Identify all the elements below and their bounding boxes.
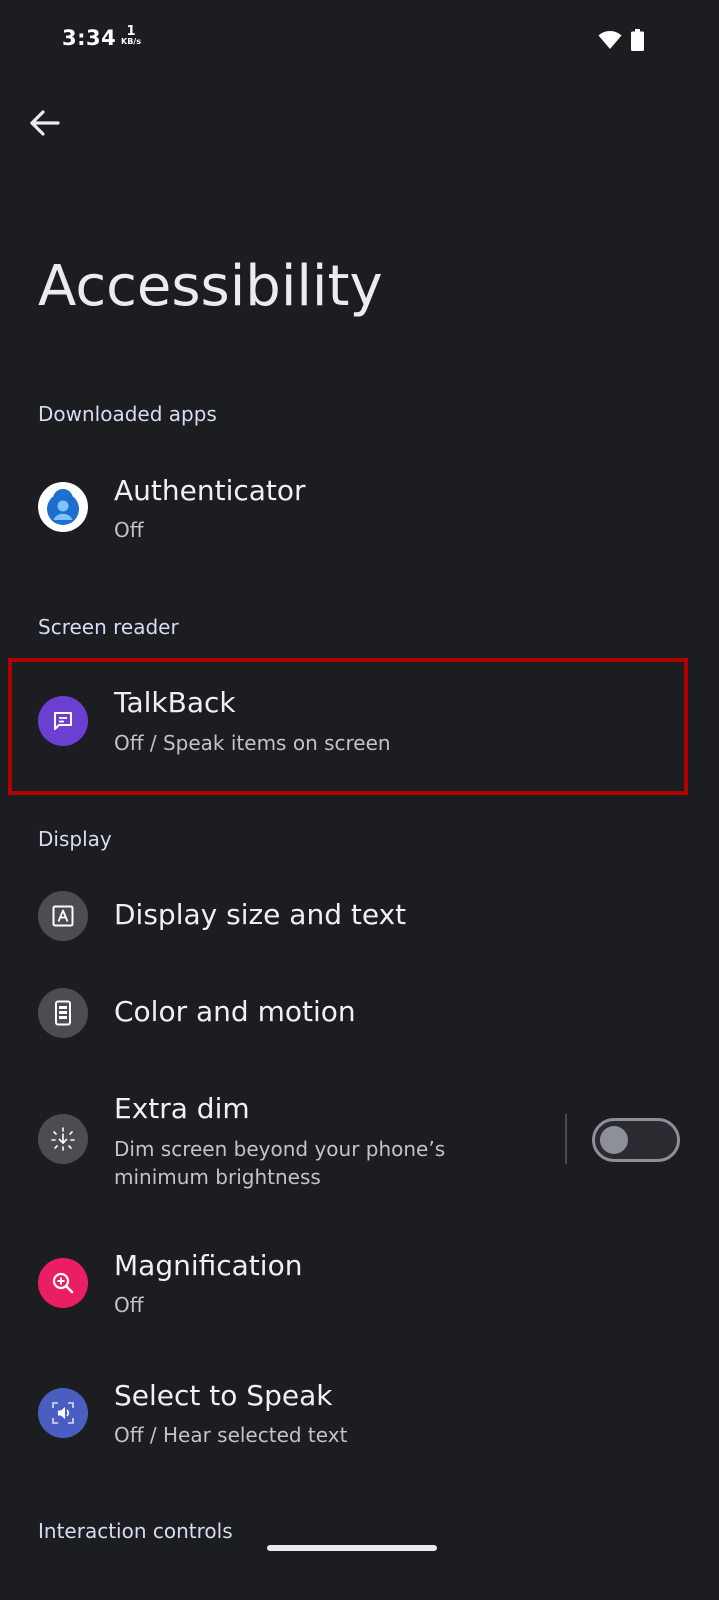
authenticator-status: Off [114, 518, 144, 542]
extra-dim-description: Dim screen beyond your phone’s minimum b… [114, 1137, 446, 1189]
section-header-display: Display [38, 827, 112, 851]
status-time: 3:34 [62, 26, 117, 50]
status-bar: 3:34 1 KB/s [0, 0, 719, 80]
wifi-icon [598, 31, 622, 49]
extra-dim-icon [38, 1114, 88, 1164]
back-button[interactable] [26, 104, 64, 142]
arrow-left-icon [30, 110, 60, 136]
section-header-screen-reader: Screen reader [38, 615, 179, 639]
page-title: Accessibility [38, 254, 383, 319]
text-size-icon [38, 891, 88, 941]
list-item-display-size-and-text[interactable]: Display size and text [0, 885, 719, 949]
list-item-magnification[interactable]: Magnification Off [0, 1245, 719, 1325]
battery-icon [631, 29, 644, 51]
gesture-navigation-handle[interactable] [267, 1545, 437, 1551]
authenticator-title: Authenticator [114, 474, 306, 507]
extra-dim-title: Extra dim [114, 1092, 250, 1125]
talkback-highlight-box [8, 658, 688, 795]
magnification-status: Off [114, 1293, 144, 1317]
select-to-speak-status: Off / Hear selected text [114, 1423, 348, 1447]
phone-display-icon [38, 988, 88, 1038]
magnify-icon [38, 1258, 88, 1308]
select-to-speak-title: Select to Speak [114, 1379, 333, 1412]
display-size-and-text-title: Display size and text [114, 898, 407, 931]
toggle-thumb [600, 1126, 628, 1154]
authenticator-app-icon [38, 482, 88, 532]
color-and-motion-title: Color and motion [114, 995, 356, 1028]
extra-dim-toggle[interactable] [592, 1118, 680, 1162]
section-header-interaction-controls: Interaction controls [38, 1519, 233, 1543]
select-to-speak-icon [38, 1388, 88, 1438]
section-header-downloaded-apps: Downloaded apps [38, 402, 217, 426]
magnification-title: Magnification [114, 1249, 303, 1282]
network-speed-value: 1 [126, 24, 136, 39]
list-item-select-to-speak[interactable]: Select to Speak Off / Hear selected text [0, 1375, 719, 1455]
extra-dim-divider [565, 1114, 567, 1164]
list-item-authenticator[interactable]: Authenticator Off [0, 468, 719, 548]
list-item-color-and-motion[interactable]: Color and motion [0, 982, 719, 1046]
network-speed: 1 KB/s [121, 24, 141, 47]
network-speed-unit: KB/s [121, 37, 141, 46]
